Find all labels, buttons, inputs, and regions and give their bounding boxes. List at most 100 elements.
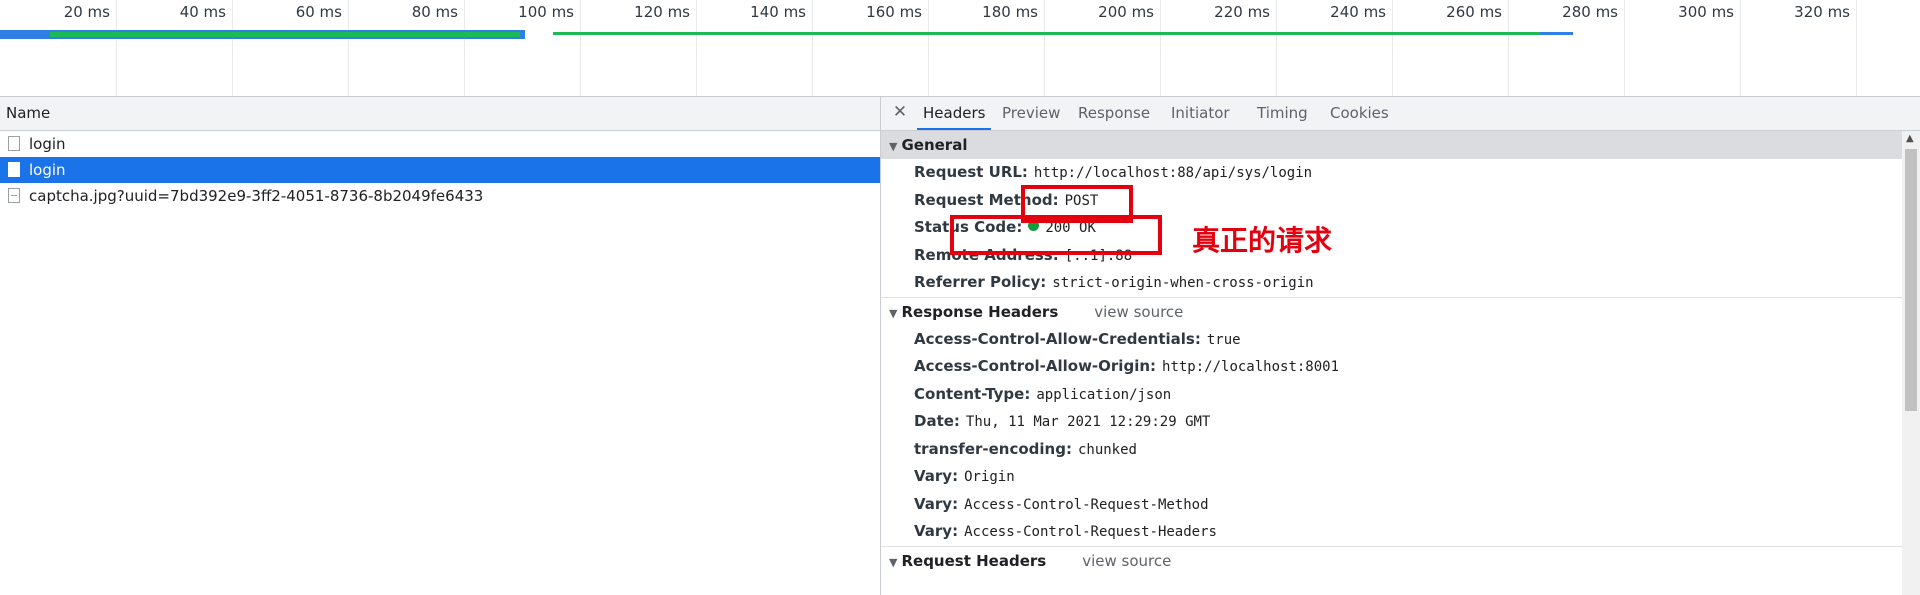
close-icon[interactable]: ✕ (891, 102, 909, 122)
timeline-tick-label: 140 ms (750, 3, 806, 21)
request-row-selected[interactable]: login (0, 157, 880, 183)
scrollbar-thumb[interactable] (1905, 149, 1917, 411)
header-key: Date: (914, 412, 960, 430)
waterfall-bar-download-1 (50, 32, 520, 37)
response-header-row: Access-Control-Allow-Credentials: true (881, 326, 1902, 354)
annotation-box-status (950, 215, 1162, 255)
timeline-tick-label: 260 ms (1446, 3, 1502, 21)
annotation-label: 真正的请求 (1192, 224, 1333, 257)
request-row[interactable]: login (0, 131, 880, 157)
response-header-row: Vary: Origin (881, 463, 1902, 491)
timeline-tick-label: 320 ms (1794, 3, 1850, 21)
timeline-gridline (232, 0, 233, 96)
tab-cookies[interactable]: Cookies (1324, 97, 1395, 130)
expand-triangle-icon: ▼ (889, 555, 898, 569)
timeline-tick-label: 60 ms (295, 3, 342, 21)
header-value: true (1206, 331, 1241, 348)
scroll-up-arrow-icon[interactable]: ▲ (1906, 133, 1914, 144)
timeline-tick-label: 80 ms (411, 3, 458, 21)
timeline-overview[interactable]: 20 ms 40 ms 60 ms 80 ms 100 ms 120 ms 140 ms 16… (0, 0, 1920, 97)
general-row-referrer-policy: Referrer Policy: strict-origin-when-cross… (881, 269, 1902, 298)
response-header-row: Date: Thu, 11 Mar 2021 12:29:29 GMT (881, 408, 1902, 436)
header-key: Request URL: (914, 163, 1028, 181)
general-row-request-url: Request URL: http://localhost:88/api/sys/… (881, 159, 1902, 187)
header-key: Vary: (914, 494, 959, 513)
timeline-tick-label: 40 ms (179, 3, 226, 21)
timeline-gridline (1392, 0, 1393, 96)
general-section-title: General (901, 136, 968, 154)
header-value: http://localhost:8001 (1162, 359, 1340, 375)
name-column-header[interactable]: Name (0, 97, 880, 131)
timeline-gridline (464, 0, 465, 96)
document-icon (8, 136, 20, 151)
header-value: Origin (964, 469, 1015, 485)
response-header-row: Vary: Access-Control-Request-Method (881, 491, 1902, 519)
header-key: Content-Type: (914, 384, 1031, 403)
header-key: Vary: (914, 467, 959, 485)
header-key: Access-Control-Allow-Origin: (914, 357, 1157, 375)
general-section-header[interactable]: ▼ General (881, 131, 1902, 159)
request-headers-title: Request Headers (901, 551, 1047, 570)
timeline-tick-label: 180 ms (982, 3, 1038, 21)
detail-tabbar: ✕ Headers Preview Response Initiator Tim… (881, 97, 1920, 131)
timeline-tick-label: 200 ms (1098, 3, 1154, 21)
expand-triangle-icon: ▼ (889, 306, 898, 320)
timeline-gridline (928, 0, 929, 96)
timeline-tick-label: 280 ms (1562, 3, 1618, 21)
request-list-pane: Name login login captcha.jpg?uuid=7bd392… (0, 97, 881, 595)
header-key: Access-Control-Allow-Credentials: (914, 329, 1201, 348)
timeline-tick-label: 20 ms (63, 3, 110, 21)
tab-headers[interactable]: Headers (917, 97, 992, 130)
header-value: Access-Control-Request-Method (964, 496, 1209, 513)
timeline-tick-label: 160 ms (866, 3, 922, 21)
timeline-gridline (1624, 0, 1625, 96)
timeline-gridline (1508, 0, 1509, 96)
timeline-gridline (696, 0, 697, 96)
request-name: login (29, 135, 66, 153)
request-row[interactable]: captcha.jpg?uuid=7bd392e9-3ff2-4051-8736… (0, 183, 880, 209)
response-header-row: Access-Control-Allow-Origin: http://local… (881, 353, 1902, 381)
timeline-gridline (1044, 0, 1045, 96)
header-key: transfer-encoding: (914, 439, 1072, 458)
header-value: Access-Control-Request-Headers (964, 524, 1217, 540)
request-headers-section-header[interactable]: ▼ Request Headers view source (881, 547, 1902, 575)
response-header-row: Vary: Access-Control-Request-Headers (881, 518, 1902, 547)
response-header-row: transfer-encoding: chunked (881, 436, 1902, 464)
tab-timing[interactable]: Timing (1251, 97, 1314, 130)
header-value: strict-origin-when-cross-origin (1052, 275, 1314, 291)
tab-response[interactable]: Response (1072, 97, 1156, 130)
response-headers-section-header[interactable]: ▼ Response Headers view source (881, 298, 1902, 326)
header-value: application/json (1036, 386, 1172, 403)
header-value: chunked (1077, 441, 1137, 458)
response-headers-title: Response Headers (901, 302, 1059, 321)
timeline-tick-label: 100 ms (518, 3, 574, 21)
document-icon (8, 162, 20, 177)
request-detail-pane: ✕ Headers Preview Response Initiator Tim… (881, 97, 1920, 595)
response-header-row: Content-Type: application/json (881, 381, 1902, 409)
header-key: Vary: (914, 522, 959, 540)
timeline-tick-label: 240 ms (1330, 3, 1386, 21)
image-file-icon (8, 188, 20, 203)
timeline-tick-label: 300 ms (1678, 3, 1734, 21)
waterfall-bar-download-2-end (1540, 32, 1573, 35)
timeline-gridline (1160, 0, 1161, 96)
timeline-gridline (1740, 0, 1741, 96)
request-name: login (29, 161, 66, 179)
timeline-gridline (812, 0, 813, 96)
timeline-gridline (580, 0, 581, 96)
view-source-link[interactable]: view source (1094, 303, 1183, 321)
header-key: Referrer Policy: (914, 273, 1047, 291)
header-value: http://localhost:88/api/sys/login (1033, 165, 1313, 181)
detail-scrollbar[interactable]: ▲ (1902, 131, 1920, 595)
timeline-tick-label: 120 ms (634, 3, 690, 21)
timeline-tick-label: 220 ms (1214, 3, 1270, 21)
tab-preview[interactable]: Preview (996, 97, 1066, 130)
timeline-gridline (116, 0, 117, 96)
tab-initiator[interactable]: Initiator (1165, 97, 1236, 130)
view-source-link[interactable]: view source (1082, 552, 1171, 570)
expand-triangle-icon: ▼ (889, 140, 898, 153)
timeline-gridline (348, 0, 349, 96)
timeline-gridline (1276, 0, 1277, 96)
timeline-gridline (1856, 0, 1857, 96)
request-name: captcha.jpg?uuid=7bd392e9-3ff2-4051-8736… (29, 187, 484, 205)
